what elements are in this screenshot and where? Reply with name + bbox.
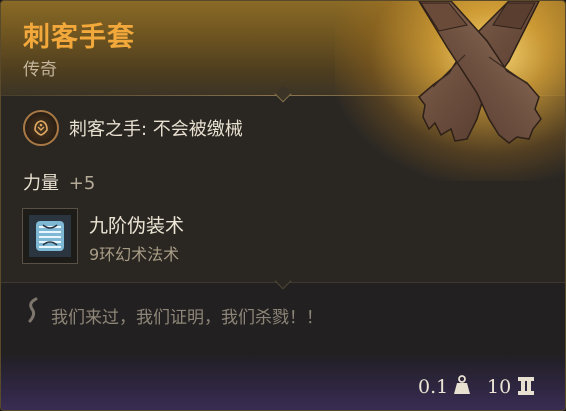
spell-type: 9环幻术法术 (89, 245, 180, 264)
weight-icon (454, 375, 470, 394)
stat-name: 力量 (23, 173, 59, 194)
flavor-text: 我们来过，我们证明，我们杀戮！！ (51, 308, 323, 328)
ability-line: 刺客之手: 不会被缴械 (23, 109, 243, 147)
disguise-spell-icon[interactable] (22, 208, 78, 264)
price-value: 10 (487, 376, 512, 398)
quote-mark-icon (28, 297, 38, 323)
gold-coin-icon (518, 377, 534, 395)
item-name: 刺客手套 (23, 22, 135, 53)
tooltip-footer (1, 356, 565, 410)
spell-name: 九阶伪装术 (89, 215, 185, 237)
gloves-art (417, 1, 542, 144)
stat-value: +5 (68, 173, 96, 194)
item-rarity: 传奇 (23, 60, 57, 80)
ability-text: 刺客之手: 不会被缴械 (69, 119, 243, 140)
weight-value: 0.1 (418, 376, 449, 398)
item-tooltip: 刺客手套 传奇 刺客之手: 不会被缴械 力量 +5 九阶伪装术 9环幻术法术 我… (0, 0, 566, 411)
assassin-hand-icon (23, 110, 59, 146)
stat-line: 力量 +5 (23, 169, 95, 195)
